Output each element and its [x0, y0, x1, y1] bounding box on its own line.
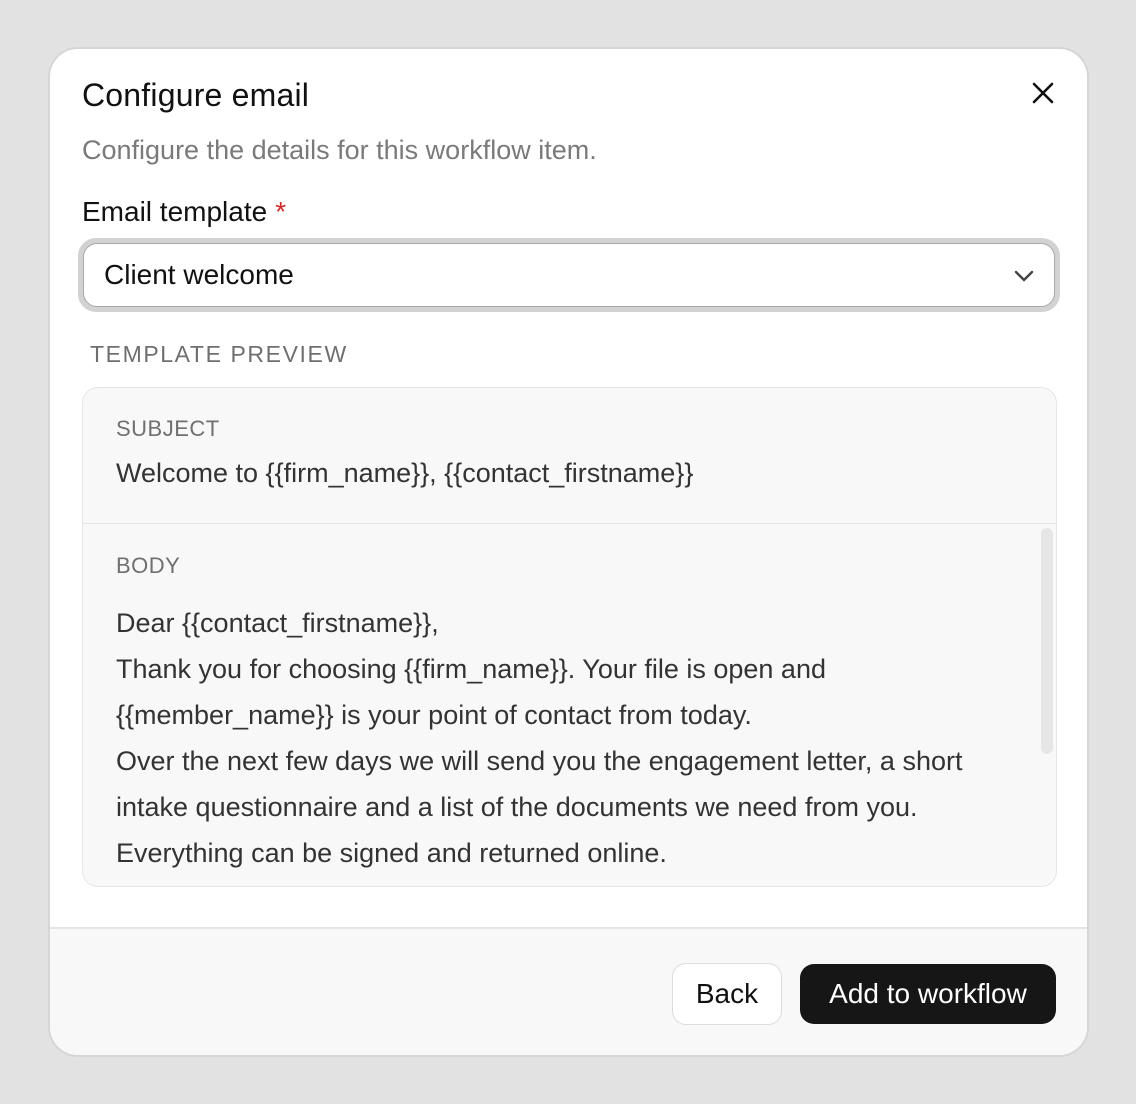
body-line: {{member_name}} is your point of contact…: [116, 700, 752, 730]
subject-text: Welcome to {{firm_name}}, {{contact_firs…: [116, 458, 694, 488]
selected-template: Client welcome: [104, 259, 294, 290]
dialog-footer: Back Add to workflow: [50, 927, 1087, 1055]
chevron-down-icon: [1012, 264, 1036, 288]
dialog-title: Configure email: [82, 77, 310, 113]
body-line: Thank you for choosing {{firm_name}}. Yo…: [116, 654, 826, 684]
add-to-workflow-button[interactable]: Add to workflow: [800, 964, 1056, 1024]
body-scrollbar[interactable]: [1041, 528, 1053, 754]
email-template-label: Email template *: [82, 196, 286, 228]
required-marker: *: [275, 196, 287, 227]
subject-section: SUBJECT Welcome to {{firm_name}}, {{cont…: [83, 388, 1056, 524]
template-preview: SUBJECT Welcome to {{firm_name}}, {{cont…: [82, 387, 1057, 887]
body-line: Everything can be signed and returned on…: [116, 838, 667, 868]
body-line: Dear {{contact_firstname}},: [116, 608, 439, 638]
subject-label: SUBJECT: [116, 416, 220, 441]
close-icon[interactable]: [1029, 79, 1057, 107]
body-label: BODY: [116, 553, 181, 578]
template-preview-heading: TEMPLATE PREVIEW: [90, 341, 348, 367]
body-line: intake questionnaire and a list of the d…: [116, 792, 918, 822]
body-section[interactable]: BODY Dear {{contact_firstname}}, Thank y…: [83, 525, 1056, 886]
body-line: Over the next few days we will send you …: [116, 746, 963, 776]
dialog-subtitle: Configure the details for this workflow …: [82, 135, 597, 165]
back-button[interactable]: Back: [672, 963, 782, 1025]
email-template-label-text: Email template: [82, 196, 268, 227]
configure-email-dialog: Configure email Configure the details fo…: [48, 47, 1089, 1057]
body-line: If anything is unclear, reply to this em…: [116, 876, 1036, 886]
email-template-select[interactable]: Client welcome: [83, 243, 1055, 307]
body-text: Dear {{contact_firstname}}, Thank you fo…: [116, 600, 1036, 886]
